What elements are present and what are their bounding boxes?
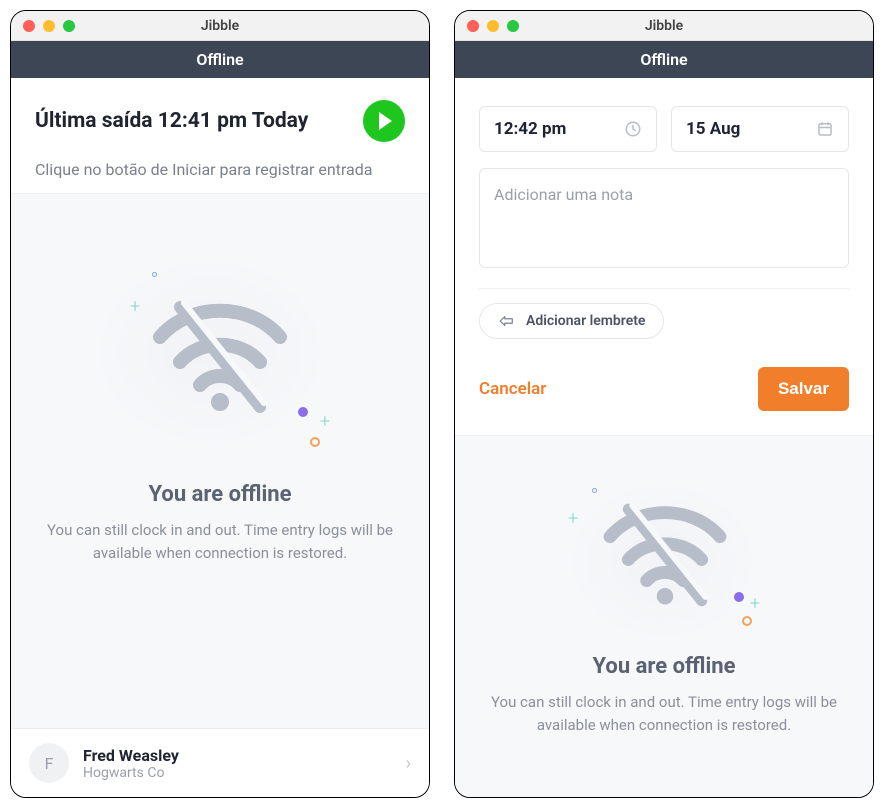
- offline-body: You can still clock in and out. Time ent…: [484, 691, 844, 736]
- status-bar: Offline: [455, 41, 873, 78]
- status-bar: Offline: [11, 41, 429, 78]
- add-reminder-button[interactable]: Adicionar lembrete: [479, 303, 664, 339]
- reminder-label: Adicionar lembrete: [526, 313, 645, 329]
- chevron-right-icon: ›: [406, 753, 411, 774]
- user-meta: Fred Weasley Hogwarts Co: [83, 746, 392, 781]
- form-area: 12:42 pm 15 Aug Adi: [455, 78, 873, 435]
- avatar: F: [29, 743, 69, 783]
- cancel-button[interactable]: Cancelar: [479, 379, 546, 399]
- minimize-window-button[interactable]: [487, 20, 499, 32]
- titlebar: Jibble: [11, 11, 429, 41]
- offline-panel: + + You are offline You can still clock …: [455, 435, 873, 797]
- wifi-off-icon: [150, 297, 290, 417]
- close-window-button[interactable]: [467, 20, 479, 32]
- action-row: Cancelar Salvar: [479, 367, 849, 411]
- clock-in-instruction: Clique no botão de Iniciar para registra…: [35, 160, 405, 179]
- offline-heading: You are offline: [592, 654, 735, 679]
- reminder-icon: [498, 313, 516, 329]
- offline-illustration: + +: [554, 460, 774, 650]
- window-main: Jibble Offline Última saída 12:41 pm Tod…: [10, 10, 430, 798]
- content: 12:42 pm 15 Aug Adi: [455, 78, 873, 797]
- time-value: 12:42 pm: [494, 119, 566, 139]
- app-title: Jibble: [467, 18, 861, 34]
- maximize-window-button[interactable]: [507, 20, 519, 32]
- wifi-off-icon: [600, 500, 730, 610]
- note-placeholder: Adicionar uma nota: [494, 185, 633, 204]
- save-button[interactable]: Salvar: [758, 367, 849, 411]
- traffic-lights: [23, 20, 75, 32]
- date-value: 15 Aug: [686, 119, 740, 139]
- clock-icon: [624, 120, 642, 138]
- offline-panel: + + You are offline You can still clock …: [11, 193, 429, 728]
- content: Última saída 12:41 pm Today Clique no bo…: [11, 78, 429, 797]
- note-input[interactable]: Adicionar uma nota: [479, 168, 849, 268]
- clock-in-button[interactable]: [363, 100, 405, 142]
- close-window-button[interactable]: [23, 20, 35, 32]
- traffic-lights: [467, 20, 519, 32]
- user-org: Hogwarts Co: [83, 765, 392, 781]
- maximize-window-button[interactable]: [63, 20, 75, 32]
- date-field[interactable]: 15 Aug: [671, 106, 849, 152]
- offline-illustration: + +: [80, 222, 360, 472]
- app-title: Jibble: [23, 18, 417, 34]
- avatar-initial: F: [45, 754, 54, 773]
- time-date-row: 12:42 pm 15 Aug: [479, 106, 849, 152]
- divider: [479, 288, 849, 289]
- header-area: Última saída 12:41 pm Today Clique no bo…: [11, 78, 429, 193]
- time-field[interactable]: 12:42 pm: [479, 106, 657, 152]
- window-entry-form: Jibble Offline 12:42 pm 15 Aug: [454, 10, 874, 798]
- titlebar: Jibble: [455, 11, 873, 41]
- last-out-row: Última saída 12:41 pm Today: [35, 100, 405, 142]
- offline-body: You can still clock in and out. Time ent…: [40, 519, 400, 564]
- play-icon: [379, 112, 392, 130]
- last-out-text: Última saída 12:41 pm Today: [35, 109, 308, 133]
- calendar-icon: [816, 120, 834, 138]
- user-footer[interactable]: F Fred Weasley Hogwarts Co ›: [11, 728, 429, 797]
- status-label: Offline: [196, 50, 243, 69]
- status-label: Offline: [640, 50, 687, 69]
- offline-heading: You are offline: [148, 482, 291, 507]
- user-name: Fred Weasley: [83, 746, 392, 765]
- minimize-window-button[interactable]: [43, 20, 55, 32]
